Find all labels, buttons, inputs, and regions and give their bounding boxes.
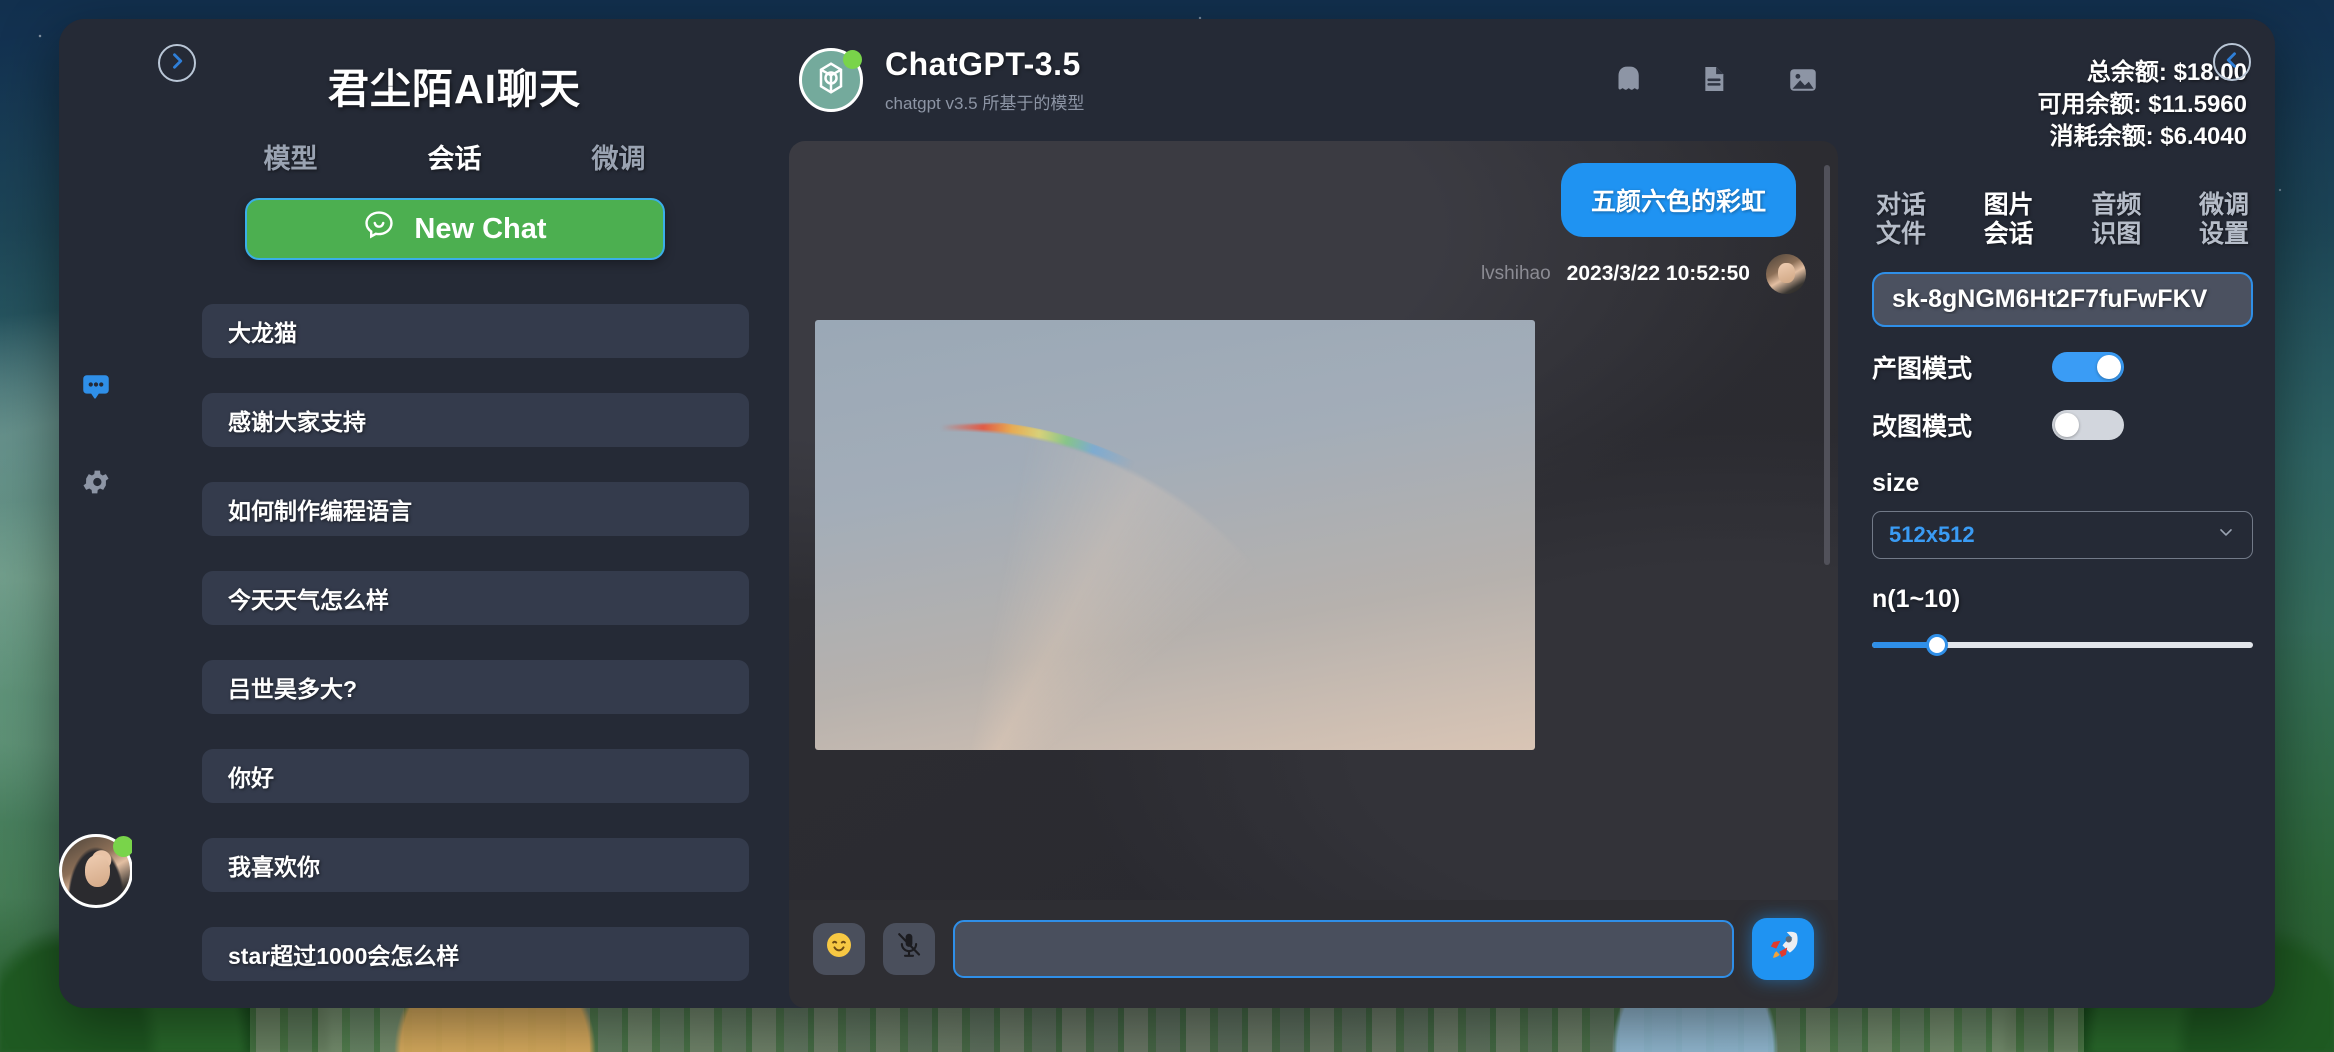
list-item[interactable]: 如何制作编程语言 [202,482,749,536]
tab-image-session[interactable]: 图片 会话 [1984,191,2034,250]
status-badge-online [112,836,134,857]
chevron-right-icon [167,51,187,76]
tab-line1: 图片 [1983,190,2034,219]
balance-summary: 总余额: $18.00 可用余额: $11.5960 消耗余额: $6.4040 [1872,19,2253,153]
app-window: 君尘陌AI聊天 模型 会话 微调 New Chat 大龙猫 感谢大家支持 如何制… [59,19,2275,1008]
sidebar-tab-finetune[interactable]: 微调 [592,137,646,176]
tab-line2: 文件 [1876,220,1927,249]
tab-dialog-file[interactable]: 对话 文件 [1876,191,1926,250]
emoji-smile-icon [823,929,855,969]
panel-tabs: 对话 文件 图片 会话 音频 识图 微调 设置 [1872,191,2253,250]
model-avatar [799,48,863,112]
toggle-knob [2055,412,2079,437]
edit-image-mode-row: 改图模式 [1872,407,2253,443]
produce-image-mode-toggle[interactable] [2052,351,2124,382]
sidebar-tab-model[interactable]: 模型 [264,137,318,176]
document-icon[interactable] [1698,63,1732,97]
conversation-list: 大龙猫 感谢大家支持 如何制作编程语言 今天天气怎么样 吕世昊多大? 你好 我喜… [132,304,777,981]
chat-header: ChatGPT-3.5 chatgpt v3.5 所基于的模型 [789,19,1838,141]
avatar [1766,254,1806,294]
gear-icon [80,466,112,503]
model-meta: ChatGPT-3.5 chatgpt v3.5 所基于的模型 [885,46,1084,114]
image-icon[interactable] [1786,63,1820,97]
message-bubble: 五颜六色的彩虹 [1560,163,1796,237]
count-label: n(1~10) [1872,584,1961,613]
list-item[interactable]: 今天天气怎么样 [202,571,749,625]
message-list: 五颜六色的彩虹 lvshihao 2023/3/22 10:52:50 [789,141,1838,900]
sidebar-tabs: 模型 会话 微调 [132,137,777,176]
message-row-user: 五颜六色的彩虹 [815,163,1812,237]
edit-image-mode-toggle[interactable] [2052,409,2124,440]
settings-panel: 总余额: $18.00 可用余额: $11.5960 消耗余额: $6.4040… [1850,19,2275,1008]
produce-image-mode-row: 产图模式 [1872,349,2253,385]
chat-scrollbar[interactable] [1824,165,1830,565]
tab-line2: 设置 [2198,220,2249,249]
model-title: ChatGPT-3.5 [885,46,1081,82]
tab-line1: 音频 [2091,190,2142,219]
message-input[interactable] [953,920,1734,978]
panel-collapse-button[interactable] [2213,43,2251,81]
mic-button[interactable] [883,923,935,975]
ghost-icon[interactable] [1610,63,1644,97]
list-item[interactable]: 吕世昊多大? [202,660,749,714]
model-subtitle: chatgpt v3.5 所基于的模型 [885,94,1085,113]
tab-finetune-settings[interactable]: 微调 设置 [2199,191,2249,250]
conversation-sidebar: 君尘陌AI聊天 模型 会话 微调 New Chat 大龙猫 感谢大家支持 如何制… [132,19,777,1008]
count-slider[interactable] [1872,633,2253,656]
message-composer [789,900,1838,1008]
chat-header-icons [1610,63,1838,97]
chat-column: ChatGPT-3.5 chatgpt v3.5 所基于的模型 五颜六色的彩虹 … [777,19,1850,1008]
edit-image-mode-label: 改图模式 [1872,412,1973,441]
list-item[interactable]: 感谢大家支持 [202,393,749,447]
produce-image-mode-label: 产图模式 [1872,354,1973,383]
tab-line1: 对话 [1876,190,1927,219]
mic-off-icon [894,930,924,968]
chat-smile-icon [362,208,396,250]
chat-bubble-dots-icon [79,371,113,410]
toggle-knob [2097,354,2121,379]
list-item[interactable]: 我喜欢你 [202,838,749,892]
used-balance: 消耗余额: $6.4040 [2049,122,2247,150]
message-username: lvshihao [1480,263,1551,284]
tab-audio-vision[interactable]: 音频 识图 [2091,191,2141,250]
send-button[interactable] [1752,918,1814,980]
chevron-down-icon [2216,522,2236,547]
page-title: 君尘陌AI聊天 [328,66,581,112]
new-chat-button[interactable]: New Chat [244,198,665,260]
size-label: size [1872,468,1920,497]
tab-line1: 微调 [2198,190,2249,219]
sidebar-expand-button[interactable] [158,44,196,82]
tab-line2: 识图 [2091,220,2142,249]
rail-settings-button[interactable] [79,467,113,501]
rail-chat-button[interactable] [79,373,113,407]
available-balance: 可用余额: $11.5960 [2037,90,2247,118]
left-icon-rail [59,19,134,1008]
size-select[interactable]: 512x512 [1872,510,2253,559]
list-item[interactable]: 大龙猫 [202,304,749,358]
list-item[interactable]: star超过1000会怎么样 [202,927,749,981]
message-meta: lvshihao 2023/3/22 10:52:50 [815,254,1812,294]
chevron-left-icon [2222,50,2242,75]
size-value: 512x512 [1889,521,1975,547]
new-chat-label: New Chat [414,212,547,245]
status-badge-online [843,50,862,69]
rocket-icon [1765,927,1801,971]
tab-line2: 会话 [1983,220,2034,249]
slider-thumb[interactable] [1925,633,1948,656]
message-timestamp: 2023/3/22 10:52:50 [1566,262,1750,285]
rail-user-avatar[interactable] [59,834,134,908]
rainbow-arc [815,405,1380,750]
rainbow-photo[interactable] [815,320,1535,750]
total-balance: 总余额: $18.00 [2086,59,2247,86]
list-item[interactable]: 你好 [202,749,749,803]
sidebar-tab-session[interactable]: 会话 [428,137,482,176]
api-key-input[interactable] [1872,271,2253,327]
emoji-button[interactable] [813,923,865,975]
